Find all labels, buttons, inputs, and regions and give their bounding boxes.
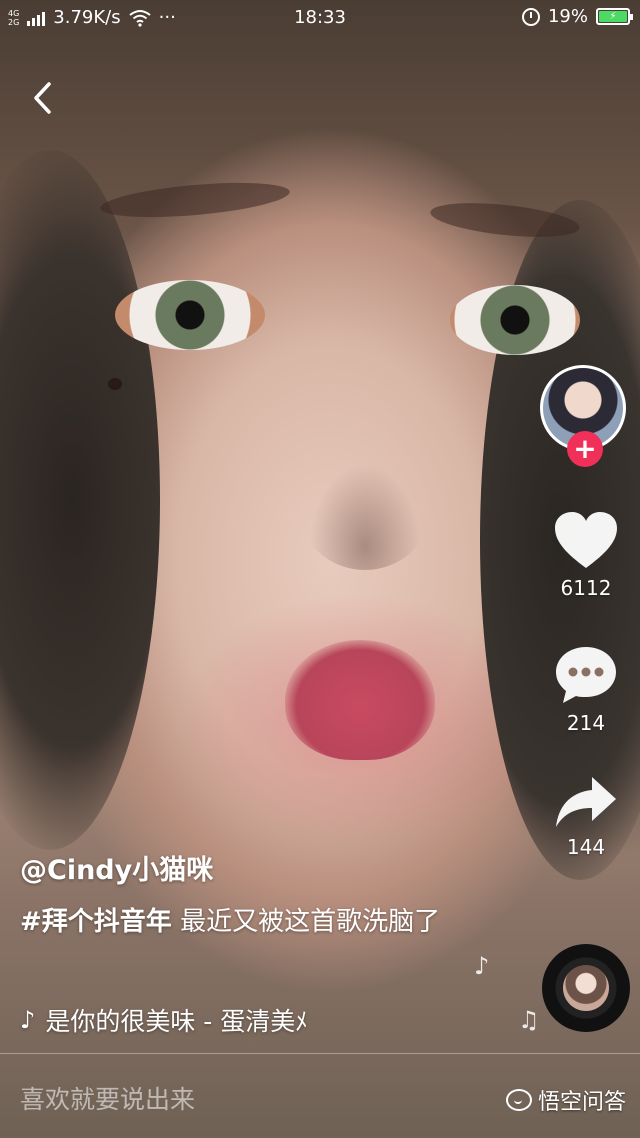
divider bbox=[0, 1053, 640, 1054]
comment-input[interactable]: 喜欢就要说出来 bbox=[20, 1080, 195, 1116]
share-icon bbox=[556, 777, 616, 827]
music-info[interactable]: ♪ 是你的很美味 - 蛋清美ﾒ bbox=[20, 1002, 308, 1038]
back-icon bbox=[34, 82, 51, 114]
video-frame-eye bbox=[450, 285, 580, 355]
watermark-text: 悟空问答 bbox=[537, 1090, 626, 1115]
author-avatar-group[interactable]: + bbox=[540, 365, 630, 467]
battery-charging-fill: ⚡ bbox=[599, 11, 627, 22]
music-cover bbox=[563, 965, 609, 1011]
video-caption: #拜个抖音年 最近又被这首歌洗脑了 bbox=[20, 902, 480, 942]
like-button[interactable]: 6112 bbox=[548, 510, 624, 600]
watermark: 悟空问答 bbox=[505, 1084, 626, 1116]
battery-percent: 19% bbox=[547, 6, 588, 27]
comment-icon bbox=[556, 647, 616, 703]
video-feed-screen[interactable]: 4G 2G 3.79K/s ··· 18:33 19% ⚡ + 6112 214… bbox=[0, 0, 640, 1138]
back-button[interactable] bbox=[22, 78, 62, 118]
video-frame-brow bbox=[428, 197, 582, 243]
video-frame-mole bbox=[108, 378, 122, 390]
video-frame-hair-left bbox=[0, 150, 160, 850]
follow-button[interactable]: + bbox=[567, 431, 603, 467]
music-disc-button[interactable] bbox=[542, 944, 630, 1032]
music-title: 是你的很美味 - 蛋清美ﾒ bbox=[45, 1007, 308, 1036]
music-note-icon: ♫ bbox=[518, 1006, 540, 1034]
video-frame-lips bbox=[285, 640, 435, 760]
video-frame-brow bbox=[99, 176, 291, 224]
share-count: 144 bbox=[566, 835, 606, 859]
status-right: 19% ⚡ bbox=[521, 6, 633, 27]
wukong-logo-icon bbox=[505, 1089, 532, 1111]
music-note-icon: ♪ bbox=[474, 952, 490, 980]
status-bar: 4G 2G 3.79K/s ··· 18:33 19% ⚡ bbox=[0, 0, 640, 36]
like-count: 6112 bbox=[560, 576, 612, 600]
share-button[interactable]: 144 bbox=[548, 775, 624, 859]
comment-count: 214 bbox=[566, 711, 606, 735]
comment-button[interactable]: 214 bbox=[548, 645, 624, 735]
video-frame-nose bbox=[300, 450, 430, 570]
battery-icon: ⚡ bbox=[596, 8, 633, 25]
music-note-icon: ♪ bbox=[20, 1006, 36, 1034]
heart-icon bbox=[555, 512, 617, 568]
alarm-icon bbox=[521, 7, 540, 26]
author-username[interactable]: @Cindy小猫咪 bbox=[20, 848, 213, 887]
video-frame-eye bbox=[115, 280, 265, 350]
hashtag-link[interactable]: #拜个抖音年 bbox=[20, 907, 172, 937]
caption-text: 最近又被这首歌洗脑了 bbox=[180, 907, 441, 937]
